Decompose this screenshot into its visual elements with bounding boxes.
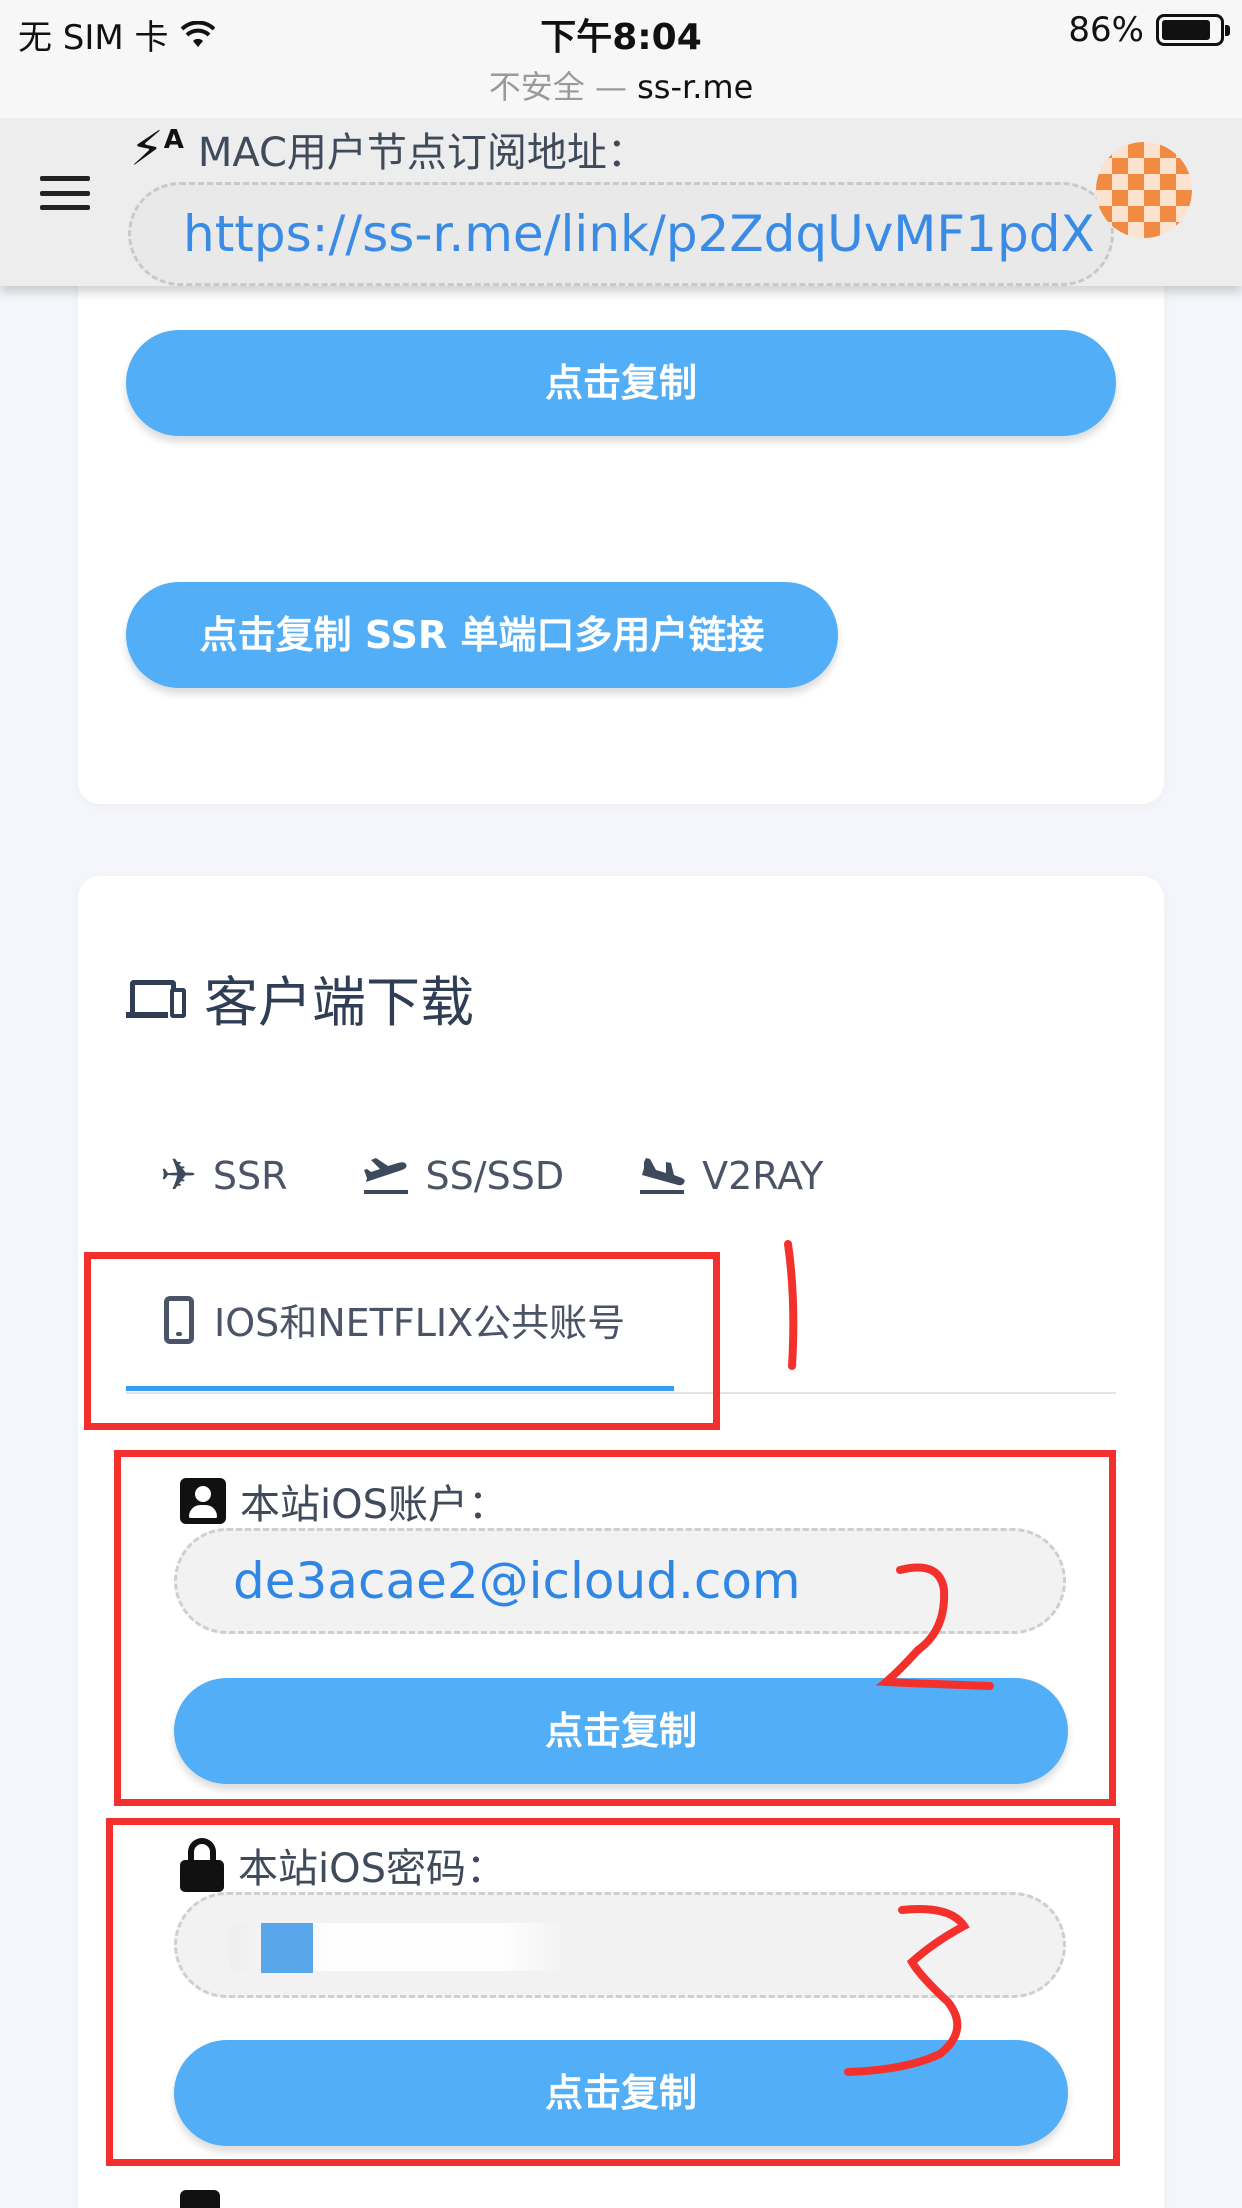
flight-takeoff-icon <box>363 1157 408 1194</box>
top-nav: ⚡A MAC用户节点订阅地址： https://ss-r.me/link/p2Z… <box>0 118 1242 286</box>
ios-password-label-text: 本站iOS密码： <box>238 1846 506 1892</box>
lock-icon <box>180 1838 224 1892</box>
status-bar: 无 SIM 卡 下午8:04 86% <box>0 0 1242 62</box>
copy-ssr-link-button[interactable]: 点击复制 SSR 单端口多用户链接 <box>126 582 838 688</box>
ios-account-label-text: 本站iOS账户： <box>240 1482 508 1528</box>
next-contact-icon <box>180 2190 220 2208</box>
ios-password-field[interactable] <box>174 1892 1066 1998</box>
tab-ios-netflix[interactable]: IOS和NETFLIX公共账号 <box>164 1292 625 1347</box>
tab-label: IOS和NETFLIX公共账号 <box>214 1301 626 1345</box>
avatar[interactable] <box>1096 142 1192 238</box>
tab-ss-ssd[interactable]: SS/SSD <box>362 1150 565 1201</box>
airplane-icon: ✈ <box>160 1150 197 1201</box>
ios-account-label: 本站iOS账户： <box>180 1472 508 1530</box>
hamburger-icon[interactable] <box>40 176 90 210</box>
address-bar[interactable]: 不安全 — ss-r.me <box>0 62 1242 118</box>
copy-password-button[interactable]: 点击复制 <box>174 2040 1068 2146</box>
client-tabs: ✈ SSR SS/SSD V2RAY <box>160 1150 823 1201</box>
url-separator: — <box>594 68 627 106</box>
battery-icon <box>1156 14 1230 46</box>
ios-account-field[interactable]: de3acae2@icloud.com <box>174 1528 1066 1634</box>
url-domain: ss-r.me <box>637 68 754 106</box>
section-title-text: 客户端下载 <box>204 971 474 1034</box>
devices-icon <box>126 976 186 1020</box>
tab-ssr[interactable]: ✈ SSR <box>160 1150 288 1201</box>
battery-group: 86% <box>1068 10 1230 50</box>
mac-subscription-label: ⚡A MAC用户节点订阅地址： <box>130 120 647 178</box>
security-indicator: 不安全 <box>488 68 585 106</box>
tab-divider <box>126 1392 1116 1394</box>
clock: 下午8:04 <box>540 17 702 58</box>
phone-icon <box>164 1295 194 1344</box>
battery-percent: 86% <box>1068 10 1144 50</box>
flash-auto-icon: ⚡A <box>130 121 184 177</box>
battery-fill <box>1162 20 1211 40</box>
copy-account-button[interactable]: 点击复制 <box>174 1678 1068 1784</box>
active-tab-indicator <box>126 1386 674 1391</box>
password-selection <box>261 1923 313 1973</box>
copy-mac-url-button[interactable]: 点击复制 <box>126 330 1116 436</box>
tab-label: SS/SSD <box>425 1153 565 1198</box>
tab-v2ray[interactable]: V2RAY <box>638 1150 823 1201</box>
contact-icon <box>180 1478 226 1524</box>
tab-label: V2RAY <box>702 1153 824 1198</box>
mac-label-text: MAC用户节点订阅地址： <box>197 130 647 176</box>
flight-land-icon <box>640 1157 685 1194</box>
subscription-card <box>78 200 1164 804</box>
section-title: 客户端下载 <box>126 958 474 1037</box>
tab-label: SSR <box>212 1153 288 1198</box>
mac-subscription-url-field[interactable]: https://ss-r.me/link/p2ZdqUvMF1pdX <box>128 182 1114 286</box>
ios-password-label: 本站iOS密码： <box>180 1836 506 1894</box>
